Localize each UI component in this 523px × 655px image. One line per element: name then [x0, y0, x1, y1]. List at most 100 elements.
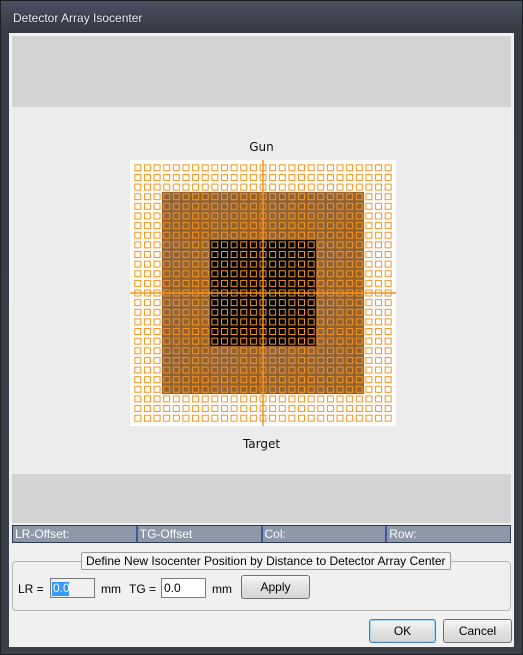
detector-cell [307, 164, 315, 172]
detector-cell [143, 212, 151, 220]
detector-cell [269, 395, 277, 403]
detector-array-plot[interactable] [130, 160, 396, 426]
dialog-client-area: Gun Target LR-Offset: TG-Offset Col: Row… [9, 33, 514, 647]
detector-cell [278, 173, 286, 181]
detector-cell [220, 405, 228, 413]
detector-cell [134, 414, 142, 422]
detector-cell [384, 347, 392, 355]
detector-cell [143, 414, 151, 422]
detector-cell [384, 405, 392, 413]
detector-cell [375, 337, 383, 345]
ok-button[interactable]: OK [369, 619, 436, 643]
detector-cell [153, 347, 161, 355]
detector-cell [134, 308, 142, 316]
detector-cell [317, 164, 325, 172]
detector-cell [365, 260, 373, 268]
detector-cell [182, 173, 190, 181]
detector-cell [346, 183, 354, 191]
detector-cell [143, 164, 151, 172]
detector-cell [201, 405, 209, 413]
detector-cell [153, 212, 161, 220]
detector-cell [143, 337, 151, 345]
detector-cell [134, 395, 142, 403]
detector-cell [326, 395, 334, 403]
detector-cell [365, 385, 373, 393]
detector-cell [182, 395, 190, 403]
detector-cell [134, 193, 142, 201]
gun-label: Gun [249, 140, 274, 154]
detector-cell [201, 173, 209, 181]
detector-cell [384, 241, 392, 249]
detector-cell [153, 308, 161, 316]
detector-cell [153, 202, 161, 210]
detector-cell [384, 366, 392, 374]
detector-cell [326, 414, 334, 422]
detector-cell [134, 337, 142, 345]
detector-array-grid[interactable] [130, 160, 396, 426]
detector-cell [134, 212, 142, 220]
detector-cell [375, 328, 383, 336]
detector-cell [134, 385, 142, 393]
detector-cell [153, 183, 161, 191]
detector-cell [153, 250, 161, 258]
detector-cell [365, 318, 373, 326]
isocenter-group-title: Define New Isocenter Position by Distanc… [81, 552, 451, 570]
detector-cell [365, 164, 373, 172]
detector-cell [153, 395, 161, 403]
detector-cell [143, 270, 151, 278]
detector-cell [249, 183, 257, 191]
detector-cell [143, 260, 151, 268]
detector-cell [346, 164, 354, 172]
detector-cell [143, 173, 151, 181]
detector-cell [134, 405, 142, 413]
detector-cell [375, 183, 383, 191]
detector-view-panel: Gun Target [12, 36, 511, 523]
detector-cell [192, 164, 200, 172]
detector-cell [211, 405, 219, 413]
detector-view-canvas[interactable]: Gun Target [12, 107, 511, 474]
detector-cell [143, 366, 151, 374]
detector-cell [182, 164, 190, 172]
detector-cell [230, 405, 238, 413]
detector-cell [384, 183, 392, 191]
detector-cell [375, 347, 383, 355]
tg-label: TG = [129, 582, 157, 596]
detector-cell [365, 395, 373, 403]
detector-cell [365, 173, 373, 181]
detector-cell [278, 164, 286, 172]
detector-cell [384, 395, 392, 403]
lr-input[interactable] [50, 578, 95, 598]
detector-cell [153, 356, 161, 364]
detector-cell [269, 183, 277, 191]
detector-cell [143, 328, 151, 336]
cancel-button[interactable]: Cancel [443, 619, 512, 643]
detector-cell [365, 299, 373, 307]
detector-cell [336, 395, 344, 403]
detector-cell [317, 183, 325, 191]
detector-cell [384, 328, 392, 336]
detector-cell [365, 212, 373, 220]
detector-cell [143, 356, 151, 364]
detector-cell [355, 183, 363, 191]
detector-cell [269, 173, 277, 181]
detector-cell [220, 395, 228, 403]
detector-cell [298, 183, 306, 191]
detector-cell [278, 414, 286, 422]
detector-cell [134, 260, 142, 268]
detector-cell [384, 193, 392, 201]
detector-cell [192, 183, 200, 191]
detector-cell [288, 405, 296, 413]
detector-cell [230, 164, 238, 172]
detector-cell [143, 308, 151, 316]
detector-cell [278, 395, 286, 403]
detector-cell [346, 395, 354, 403]
detector-cell [298, 414, 306, 422]
detector-cell [336, 414, 344, 422]
apply-button[interactable]: Apply [241, 575, 310, 599]
detector-cell [317, 414, 325, 422]
tg-input[interactable] [161, 578, 206, 598]
detector-cell [384, 173, 392, 181]
detector-cell [365, 366, 373, 374]
detector-cell [153, 241, 161, 249]
detector-cell [134, 231, 142, 239]
